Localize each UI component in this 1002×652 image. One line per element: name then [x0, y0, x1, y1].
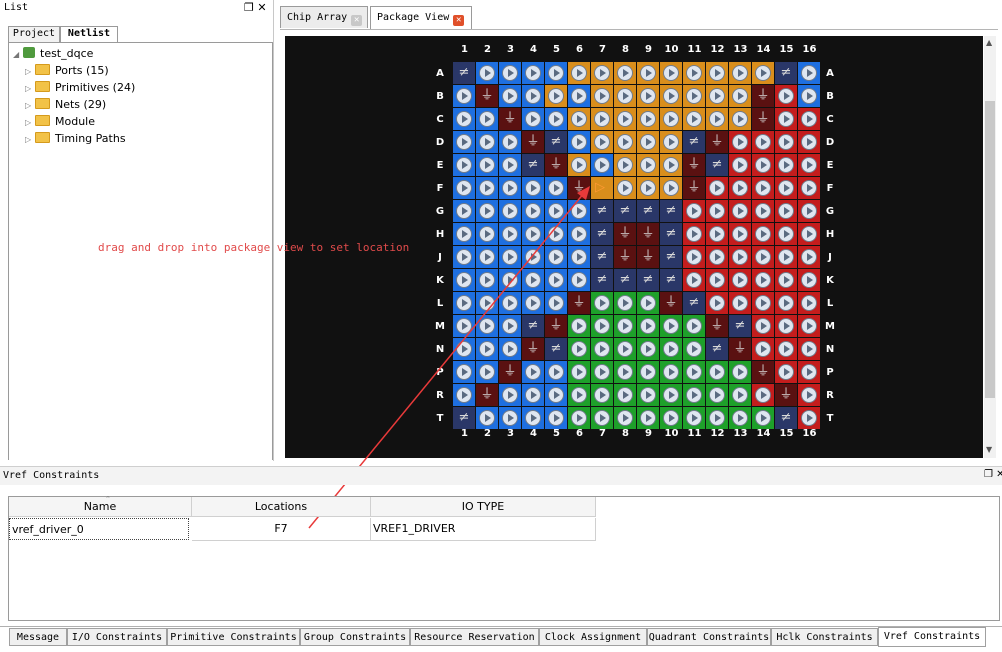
vref-panel-header [0, 466, 1002, 485]
column-header-label: IO TYPE [461, 500, 505, 513]
tab-clock-assignment[interactable]: Clock Assignment [539, 628, 647, 646]
table-cell-location[interactable]: F7 [192, 518, 371, 541]
drag-arrow-head [577, 186, 590, 200]
vref-panel-title: Vref Constraints [3, 470, 100, 481]
tab-resource-reservation[interactable]: Resource Reservation [410, 628, 539, 646]
tab-hclk-constraints[interactable]: Hclk Constraints [771, 628, 878, 646]
bottom-tab-divider [0, 626, 1002, 627]
tab-message[interactable]: Message [9, 628, 67, 646]
vref-table: Name Locations IO TYPE ⌃ vref_driver_0 F… [8, 495, 1000, 621]
column-header-io-type[interactable]: IO TYPE [371, 497, 596, 517]
table-cell-io-type[interactable]: VREF1_DRIVER [371, 518, 596, 541]
column-header-name[interactable]: Name [9, 497, 192, 517]
column-header-label: Name [83, 500, 117, 513]
tab-primitive-constraints[interactable]: Primitive Constraints [167, 628, 300, 646]
panel-float-close-icon[interactable]: ❐ ✕ [984, 469, 1002, 480]
column-header-locations[interactable]: Locations [192, 497, 371, 517]
column-header-label: Locations [254, 500, 308, 513]
tab-quadrant-constraints[interactable]: Quadrant Constraints [647, 628, 771, 646]
sort-ascending-icon: ⌃ [105, 495, 111, 503]
tab-vref-constraints[interactable]: Vref Constraints [878, 627, 986, 647]
tab-io-constraints[interactable]: I/O Constraints [67, 628, 167, 646]
table-cell-name[interactable]: vref_driver_0 [9, 518, 189, 540]
tab-group-constraints[interactable]: Group Constraints [300, 628, 410, 646]
